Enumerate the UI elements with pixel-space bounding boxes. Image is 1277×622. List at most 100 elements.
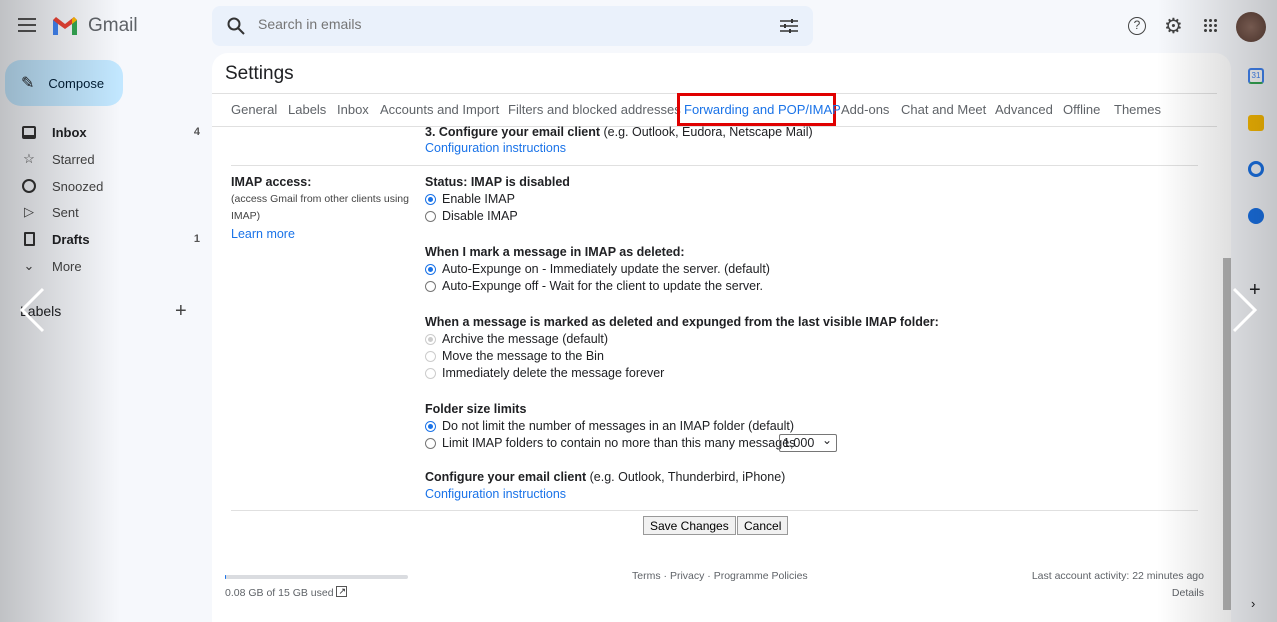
client-configure-bold: Configure your email client xyxy=(425,470,587,484)
scrollbar[interactable] xyxy=(1223,258,1231,610)
save-changes-button[interactable]: Save Changes xyxy=(643,516,736,535)
help-icon[interactable]: ? xyxy=(1128,17,1146,35)
imap-config-instructions-link[interactable]: Configuration instructions xyxy=(425,487,566,501)
sidebar-item-label: Starred xyxy=(52,151,95,167)
inbox-icon xyxy=(20,123,38,141)
sidebar-item-drafts[interactable]: Drafts 1 xyxy=(20,226,200,252)
pop-config-instructions-link[interactable]: Configuration instructions xyxy=(425,141,566,155)
enable-imap-radio[interactable] xyxy=(425,194,436,205)
chevron-down-icon: ⌄ xyxy=(821,433,832,447)
gmail-wordmark: Gmail xyxy=(88,15,138,36)
apps-grid-icon[interactable] xyxy=(1203,18,1217,32)
sidebar-item-more[interactable]: ⌄ More xyxy=(20,253,200,279)
pop-configure-rest: (e.g. Outlook, Eudora, Netscape Mail) xyxy=(600,125,813,139)
keep-icon[interactable] xyxy=(1248,115,1264,131)
tab-forwarding-pop-imap[interactable]: Forwarding and POP/IMAP xyxy=(684,102,841,117)
folder-limit-value: 1,000 xyxy=(783,436,815,450)
folder-limit-select[interactable]: 1,000 ⌄ xyxy=(779,433,837,452)
pencil-icon: ✎ xyxy=(21,75,35,92)
tab-filters[interactable]: Filters and blocked addresses xyxy=(508,102,681,117)
side-panel-toggle-icon[interactable]: › xyxy=(1251,596,1255,611)
sidebar-item-label: Inbox xyxy=(52,124,87,140)
expunge-off-radio[interactable] xyxy=(425,281,436,292)
send-icon: ▷ xyxy=(24,204,34,219)
enable-imap-label[interactable]: Enable IMAP xyxy=(442,192,515,206)
tab-addons[interactable]: Add-ons xyxy=(841,102,889,117)
gmail-logo-icon xyxy=(53,17,77,35)
tab-labels[interactable]: Labels xyxy=(288,102,326,117)
sidebar-item-snoozed[interactable]: Snoozed xyxy=(20,173,200,199)
clock-icon xyxy=(20,177,38,195)
tasks-icon[interactable] xyxy=(1248,161,1264,177)
no-limit-radio[interactable] xyxy=(425,421,436,432)
draft-count: 1 xyxy=(193,233,200,245)
compose-button[interactable]: ✎ Compose xyxy=(5,60,123,106)
terms-link[interactable]: Terms xyxy=(632,570,661,582)
search-icon[interactable] xyxy=(227,17,245,35)
divider xyxy=(231,510,1198,511)
chevron-down-icon: ⌄ xyxy=(23,258,35,273)
tab-inbox[interactable]: Inbox xyxy=(337,102,369,117)
storage-usage: 0.08 GB of 15 GB used xyxy=(225,587,334,599)
search-bar[interactable] xyxy=(212,6,813,46)
cancel-button[interactable]: Cancel xyxy=(737,516,789,535)
expunge-on-label[interactable]: Auto-Expunge on - Immediately update the… xyxy=(442,262,770,276)
tab-accounts[interactable]: Accounts and Import xyxy=(380,102,499,117)
main-menu-button[interactable] xyxy=(18,18,36,32)
move-to-bin-radio[interactable] xyxy=(425,351,436,362)
expunge-on-radio[interactable] xyxy=(425,264,436,275)
calendar-icon[interactable]: 31 xyxy=(1248,68,1264,84)
pop-configure-text: 3. Configure your email client (e.g. Out… xyxy=(425,125,813,139)
add-label-button[interactable]: + xyxy=(175,300,187,323)
disable-imap-radio[interactable] xyxy=(425,211,436,222)
search-input[interactable] xyxy=(258,16,738,32)
limit-label[interactable]: Limit IMAP folders to contain no more th… xyxy=(442,436,795,450)
star-icon: ☆ xyxy=(23,151,35,166)
sidebar-item-label: More xyxy=(52,258,82,274)
tab-themes[interactable]: Themes xyxy=(1114,102,1161,117)
imap-access-label: IMAP access: xyxy=(231,175,312,189)
tab-general[interactable]: General xyxy=(231,102,277,117)
search-options-icon[interactable] xyxy=(780,18,798,34)
sidebar-item-starred[interactable]: ☆ Starred xyxy=(20,146,200,172)
client-configure-rest: (e.g. Outlook, Thunderbird, iPhone) xyxy=(586,470,786,484)
learn-more-link[interactable]: Learn more xyxy=(231,227,295,241)
expunged-heading: When a message is marked as deleted and … xyxy=(425,315,939,329)
next-arrow-icon[interactable] xyxy=(1231,287,1259,333)
archive-label[interactable]: Archive the message (default) xyxy=(442,332,608,346)
details-link[interactable]: Details xyxy=(1172,587,1204,599)
privacy-link[interactable]: Privacy xyxy=(670,570,704,582)
expunge-off-label[interactable]: Auto-Expunge off - Wait for the client t… xyxy=(442,279,763,293)
no-limit-label[interactable]: Do not limit the number of messages in a… xyxy=(442,419,794,433)
policies-link[interactable]: Programme Policies xyxy=(714,570,808,582)
imap-access-desc: IMAP) xyxy=(231,210,261,222)
disable-imap-label[interactable]: Disable IMAP xyxy=(442,209,518,223)
delete-forever-label[interactable]: Immediately delete the message forever xyxy=(442,366,664,380)
draft-icon xyxy=(20,230,38,248)
storage-bar xyxy=(225,575,408,579)
page-title: Settings xyxy=(225,63,294,84)
deleted-heading: When I mark a message in IMAP as deleted… xyxy=(425,245,685,259)
sidebar-item-label: Sent xyxy=(52,204,79,220)
sidebar-item-inbox[interactable]: Inbox 4 xyxy=(20,119,200,145)
limit-radio[interactable] xyxy=(425,438,436,449)
tab-offline[interactable]: Offline xyxy=(1063,102,1100,117)
separator: · xyxy=(704,570,714,582)
contacts-icon[interactable] xyxy=(1248,208,1264,224)
settings-gear-icon[interactable]: ⚙ xyxy=(1164,14,1183,39)
external-link-icon[interactable]: ↗ xyxy=(336,586,347,597)
delete-forever-radio[interactable] xyxy=(425,368,436,379)
sidebar-item-sent[interactable]: ▷ Sent xyxy=(20,199,200,225)
move-to-bin-label[interactable]: Move the message to the Bin xyxy=(442,349,604,363)
avatar[interactable] xyxy=(1236,12,1266,42)
divider xyxy=(231,165,1198,166)
pop-configure-bold: 3. Configure your email client xyxy=(425,125,601,139)
unread-count: 4 xyxy=(193,126,200,138)
client-configure-text: Configure your email client (e.g. Outloo… xyxy=(425,470,785,484)
footer-links: Terms · Privacy · Programme Policies xyxy=(632,570,808,582)
sidebar-item-label: Snoozed xyxy=(52,178,104,194)
tab-chat-meet[interactable]: Chat and Meet xyxy=(901,102,986,117)
previous-arrow-icon[interactable] xyxy=(18,287,46,333)
tab-advanced[interactable]: Advanced xyxy=(995,102,1053,117)
archive-radio[interactable] xyxy=(425,334,436,345)
